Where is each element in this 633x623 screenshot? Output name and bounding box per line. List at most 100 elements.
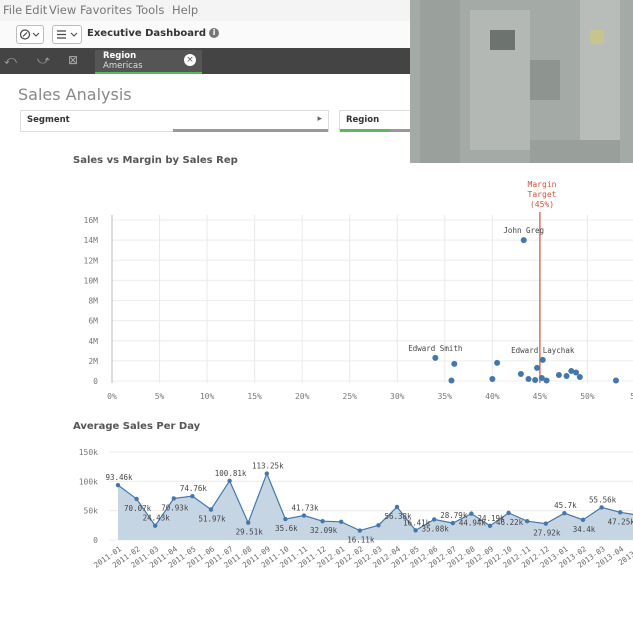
scatter-point [532,376,539,383]
region-selected-bar [340,129,390,132]
area-value-label: 70.93k [161,503,189,512]
scatter-point [489,375,496,382]
scatter-y-tick-label: 8M [88,297,98,306]
compass-icon [19,29,40,40]
scatter-point [543,377,550,384]
scatter-x-tick-label: 40% [485,392,500,401]
segment-filter-pane[interactable]: Segment ▸ [20,110,329,132]
region-filter-label: Region [346,115,380,125]
scatter-y-tick-label: 10M [84,276,99,285]
area-value-label: 113.25k [252,462,284,471]
area-value-label: 41.73k [291,504,319,513]
target-label-line3: (45%) [530,200,554,209]
selection-field-label: Region [103,51,137,61]
scatter-point [534,364,541,371]
area-point [562,510,567,516]
area-value-label: 100.81k [215,469,247,478]
area-point [320,518,325,524]
area-value-label: 74.76k [180,484,208,493]
scatter-x-tick-label: 20% [295,392,310,401]
app-title-text: Executive Dashboard [87,28,207,39]
area-chart[interactable]: 0 50k 100k 150k 93.46k 70.07k24.43k 70.93k 74.7… [0,440,633,600]
selection-forward-icon[interactable]: ⤻ [37,53,50,68]
area-point [450,520,455,526]
overlay-thumbnail-image [410,0,633,163]
area-point [394,504,400,510]
sheet-list-button[interactable] [52,25,82,44]
scatter-x-tick-label: 25% [343,392,358,401]
area-point [487,523,493,529]
menu-favorites[interactable]: Favorites [80,3,132,17]
scatter-point [520,237,527,244]
expand-icon[interactable]: ▸ [317,114,322,124]
scatter-x-tick-label: 15% [247,392,262,401]
area-point [208,507,214,512]
scatter-point [494,359,501,366]
navigation-button[interactable] [16,25,44,44]
scatter-point [539,356,546,363]
area-value-label: 16.11k [347,536,375,545]
scatter-point [448,377,455,384]
list-icon [57,30,78,39]
scatter-y-tick-label: 6M [88,317,98,326]
scatter-x-tick-label: 10% [200,392,215,401]
area-value-label: 35.08k [422,524,450,533]
area-value-label: 35.6k [275,524,298,533]
clear-all-selections-icon[interactable]: ⊠ [68,53,78,67]
app-title: Executive Dashboard i [87,28,220,39]
area-y-tick-label: 50k [84,507,99,516]
scatter-point [563,372,570,379]
area-point [115,482,121,488]
scatter-chart[interactable]: Margin Target (45%) 0% 5% 10% 15% 20% 25% 30% 3… [0,170,633,410]
region-filter-pane[interactable]: Region [339,110,421,132]
area-point [525,519,530,524]
scatter-point [612,377,619,384]
area-value-label: 27.92k [533,529,561,538]
area-point [301,513,307,518]
area-point [543,521,548,526]
menu-view[interactable]: View [49,3,76,17]
area-point [506,510,511,516]
area-y-tick-label: 150k [79,448,98,457]
scatter-point [451,360,458,367]
area-point [283,516,288,522]
scatter-point [555,371,562,378]
area-value-label: 47.25k [608,517,633,526]
area-value-label: 34.4k [573,525,596,534]
menu-tools[interactable]: Tools [136,3,164,17]
scatter-point [432,354,439,361]
scatter-y-tick-label: 2M [88,357,98,366]
scatter-y-tick-label: 12M [84,256,99,265]
area-point [376,523,381,528]
area-value-label: 51.97k [198,515,226,524]
area-point [618,510,623,515]
selection-value: Americas [103,61,143,71]
area-value-label: 70.07k [124,504,152,513]
area-value-label: 32.09k [310,526,338,535]
scatter-x-tick-label: 0% [107,392,117,401]
scatter-point [525,375,532,382]
menu-file[interactable]: File [3,3,22,17]
selection-chip-region[interactable]: Region Americas × [95,50,202,74]
clear-selection-icon[interactable]: × [184,54,196,66]
segment-filter-bar [173,129,328,132]
menu-edit[interactable]: Edit [25,3,47,17]
scatter-x-tick-label: 30% [390,392,405,401]
area-point [469,511,474,516]
area-point [134,496,139,502]
area-value-label: 24.43k [143,514,171,523]
selection-back-icon[interactable]: ⤺ [4,53,17,68]
menu-help[interactable]: Help [172,3,198,17]
area-point [339,519,344,525]
scatter-y-tick-label: 16M [84,216,99,225]
area-value-label: 29.51k [236,528,264,537]
area-value-label: 55.56k [589,495,617,504]
area-point [599,505,604,510]
info-icon[interactable]: i [209,28,220,38]
target-label-line2: Target [528,190,557,199]
area-point [190,493,195,499]
area-y-tick-label: 100k [79,477,98,486]
area-value-label: 45.7k [554,501,577,510]
scatter-x-tick-label: 35% [438,392,453,401]
area-point [413,528,418,533]
